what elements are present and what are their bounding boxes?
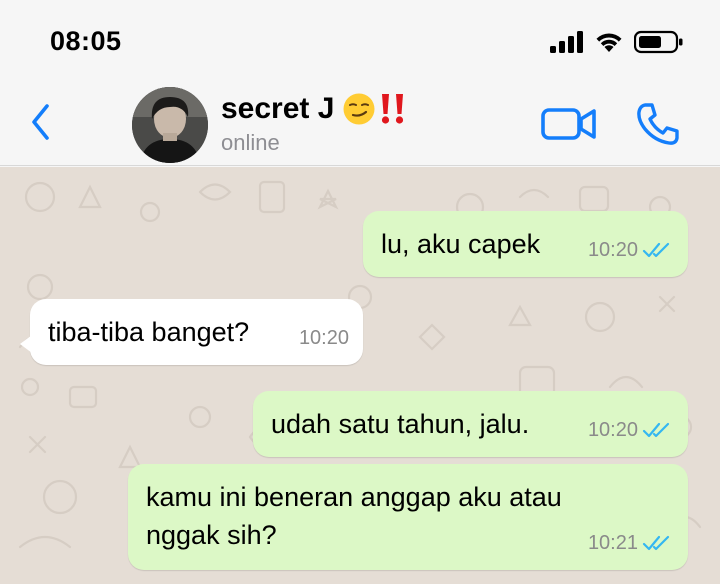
message-meta: 10:20 — [588, 231, 674, 269]
message-bubble-outgoing[interactable]: kamu ini beneran anggap aku atau nggak s… — [128, 464, 688, 570]
message-meta: 10:21 — [588, 524, 674, 562]
contact-avatar[interactable] — [132, 87, 208, 163]
wifi-icon — [596, 33, 622, 52]
contact-status: online — [221, 130, 280, 155]
status-bar: 08:05 — [0, 0, 720, 78]
voice-call-icon[interactable] — [634, 100, 682, 148]
contact-name: secret J — [221, 92, 335, 125]
double-exclamation-icon — [382, 94, 404, 124]
read-receipt-icon — [642, 535, 670, 551]
video-call-icon[interactable] — [540, 104, 598, 144]
message-bubble-outgoing[interactable]: lu, aku capek 10:20 — [363, 211, 688, 277]
status-icons — [550, 28, 684, 56]
back-chevron-icon[interactable] — [26, 102, 56, 142]
message-time: 10:20 — [587, 239, 638, 261]
emoji-group — [342, 92, 408, 126]
message-time: 10:20 — [587, 419, 638, 441]
smirk-emoji-icon — [343, 93, 375, 125]
chat-area[interactable]: lu, aku capek 10:20 tiba-tiba banget? 10… — [0, 167, 720, 584]
message-meta: 10:20 — [588, 411, 674, 449]
message-bubble-outgoing[interactable]: udah satu tahun, jalu. 10:20 — [253, 391, 688, 457]
message-bubble-incoming[interactable]: tiba-tiba banget? 10:20 — [20, 299, 363, 365]
message-text: kamu ini beneran anggap aku atau nggak s… — [146, 482, 562, 550]
message-meta: 10:20 — [299, 319, 349, 357]
read-receipt-icon — [642, 422, 670, 438]
message-time: 10:21 — [587, 532, 638, 554]
bubble-tail — [20, 335, 32, 353]
contact-name-row[interactable]: secret J — [221, 92, 408, 126]
message-time: 10:20 — [298, 327, 349, 349]
status-time: 08:05 — [50, 26, 122, 56]
battery-icon — [634, 30, 683, 54]
message-text: tiba-tiba banget? — [48, 317, 250, 347]
signal-icon — [550, 31, 583, 53]
read-receipt-icon — [642, 242, 670, 258]
message-text: lu, aku capek — [381, 229, 541, 259]
message-text: udah satu tahun, jalu. — [271, 409, 530, 439]
chat-header: secret J online — [0, 78, 720, 166]
